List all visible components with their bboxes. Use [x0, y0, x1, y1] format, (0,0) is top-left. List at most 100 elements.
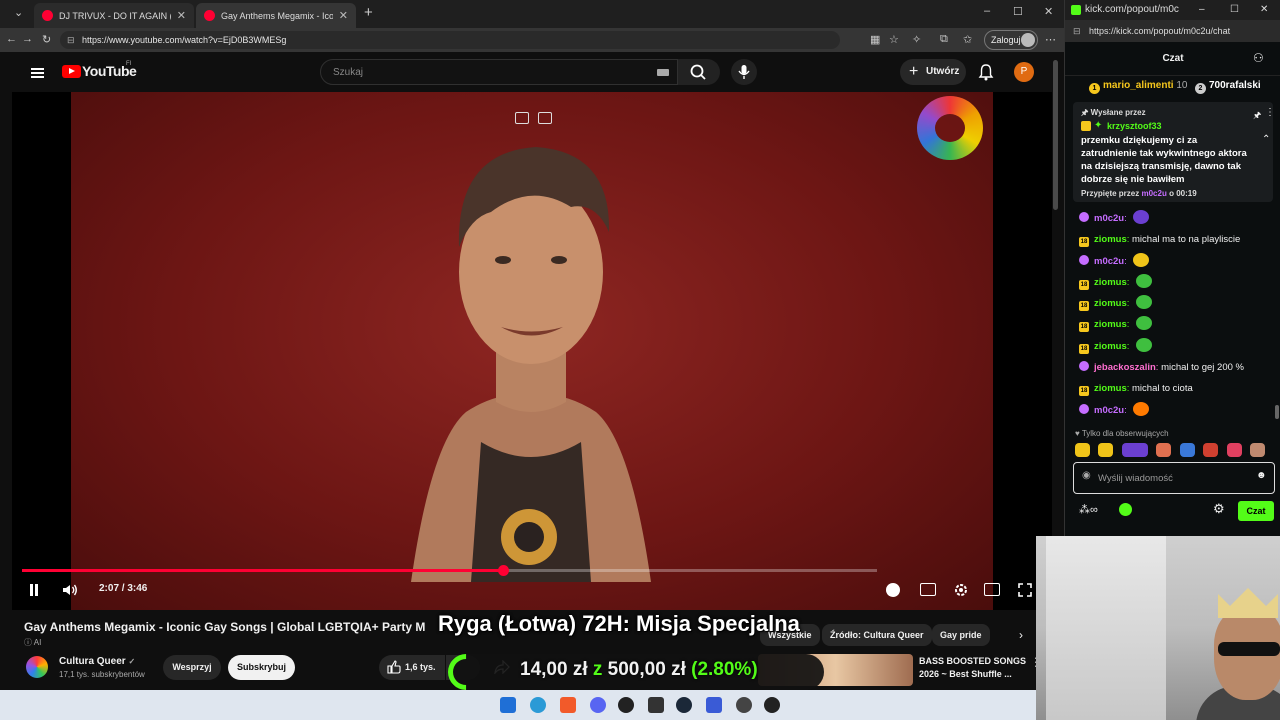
search-button[interactable]	[678, 59, 720, 85]
address-bar[interactable]: ⊟ https://www.youtube.com/watch?v=EjD0B3…	[60, 31, 840, 49]
chat-username[interactable]: ziomus	[1094, 383, 1127, 394]
new-tab-plus-icon[interactable]: +	[364, 4, 373, 21]
chat-emote-icon[interactable]	[1136, 316, 1153, 331]
sign-in-button[interactable]: Zaloguj	[984, 30, 1038, 50]
chat-emote-icon[interactable]	[1136, 295, 1153, 310]
subtitles-icon[interactable]	[920, 583, 936, 596]
chat-message-input[interactable]	[1098, 469, 1248, 487]
notifications-bell-icon[interactable]	[978, 63, 994, 81]
pause-button-icon[interactable]	[28, 584, 40, 596]
emote-quick-7[interactable]	[1226, 443, 1242, 457]
chat-username[interactable]: ziomus	[1094, 341, 1127, 352]
progress-bar[interactable]	[22, 565, 877, 576]
create-button[interactable]: Utwórz	[900, 59, 966, 85]
leaderboard-entry-1[interactable]: 1 mario_alimenti 10	[1089, 80, 1188, 94]
chat-username[interactable]: m0c2u	[1094, 405, 1124, 416]
pinned-by-user[interactable]: m0c2u	[1141, 189, 1166, 198]
favorites-icon[interactable]: ✩	[963, 33, 972, 46]
maximize-icon[interactable]: ☐	[1013, 5, 1023, 18]
chat-username[interactable]: ziomus	[1094, 234, 1127, 245]
progress-scrubber-handle[interactable]	[497, 565, 509, 576]
search-input[interactable]	[333, 60, 633, 84]
chip-gay-pride[interactable]: Gay pride	[932, 624, 990, 646]
chat-emote-icon[interactable]	[1133, 401, 1150, 416]
keyboard-icon[interactable]	[657, 69, 669, 76]
chat-emote-icon[interactable]	[1133, 210, 1150, 224]
emote-quick-5[interactable]	[1179, 443, 1195, 457]
emote-quick-1[interactable]	[1075, 443, 1090, 457]
kick-maximize-icon[interactable]: ☐	[1230, 0, 1239, 20]
chat-username[interactable]: jebackoszalin	[1094, 362, 1156, 373]
back-arrow-icon[interactable]: ←	[6, 33, 17, 45]
split-screen-icon[interactable]: ⧉	[940, 33, 948, 46]
brave-browser-icon[interactable]	[560, 697, 576, 713]
page-scrollbar-thumb[interactable]	[1053, 60, 1058, 210]
fullscreen-icon[interactable]	[1017, 582, 1033, 598]
chat-users-icon[interactable]: ⚇	[1253, 51, 1264, 65]
forward-arrow-icon[interactable]: →	[22, 33, 33, 45]
voice-search-button[interactable]	[731, 59, 757, 85]
obs-2-icon[interactable]	[764, 697, 780, 713]
emote-quick-2[interactable]	[1098, 443, 1114, 457]
steam-icon[interactable]	[676, 697, 692, 713]
tab-close-icon[interactable]: ✕	[177, 9, 186, 22]
reader-mode-icon[interactable]: ▦	[870, 33, 880, 46]
chat-username[interactable]: m0c2u	[1094, 256, 1124, 267]
window-close-icon[interactable]: ✕	[1044, 5, 1053, 18]
emote-quick-3[interactable]	[1121, 443, 1148, 457]
chat-username[interactable]: ziomus	[1094, 298, 1127, 309]
chat-extras-icon[interactable]: ⁂∞	[1079, 503, 1098, 516]
video-player[interactable]: 2:07 / 3:46	[12, 92, 1052, 610]
taskbar-app-2-icon[interactable]	[736, 697, 752, 713]
windows-start-icon[interactable]	[500, 697, 516, 713]
kick-close-icon[interactable]: ✕	[1260, 0, 1268, 20]
channel-name[interactable]: Cultura Queer ✓	[59, 656, 135, 667]
kick-points-icon[interactable]	[1119, 503, 1132, 516]
edge-browser-icon[interactable]	[530, 697, 546, 713]
subscribe-button[interactable]: Subskrybuj	[228, 655, 295, 680]
emote-quick-6[interactable]	[1203, 443, 1219, 457]
emote-quick-8[interactable]	[1250, 443, 1266, 457]
chat-username[interactable]: m0c2u	[1094, 213, 1124, 224]
settings-gear-icon[interactable]	[952, 581, 970, 599]
kick-site-info-icon[interactable]: ⊟	[1073, 20, 1081, 42]
chat-emote-icon[interactable]	[1133, 252, 1150, 267]
browser-tab-gay-anthems[interactable]: Gay Anthems Megamix - Icon ✕	[196, 3, 356, 28]
reload-icon[interactable]: ↻	[42, 33, 51, 46]
chat-scrollbar-thumb[interactable]	[1275, 405, 1279, 419]
unpin-icon[interactable]: 🖈	[1253, 108, 1261, 124]
kick-address-bar[interactable]: ⊟ https://kick.com/popout/m0c2u/chat	[1065, 20, 1280, 42]
like-button[interactable]: 1,6 tys.	[379, 655, 445, 680]
chat-send-button[interactable]: Czat	[1238, 501, 1274, 521]
more-menu-icon[interactable]: ⋯	[1045, 33, 1056, 46]
chips-next-arrow-icon[interactable]: ›	[1019, 628, 1023, 642]
chat-settings-gear-icon[interactable]: ⚙	[1213, 501, 1225, 517]
taskbar-app-icon[interactable]	[706, 697, 722, 713]
miniplayer-icon[interactable]	[515, 112, 529, 124]
epic-games-icon[interactable]	[648, 697, 664, 713]
leaderboard-entry-2[interactable]: 2 700rafalski	[1195, 80, 1261, 94]
emoji-picker-icon[interactable]: ☻	[1256, 470, 1267, 481]
channel-avatar[interactable]	[26, 656, 48, 678]
chat-emote-icon[interactable]	[1136, 337, 1153, 352]
hamburger-menu-icon[interactable]	[31, 66, 44, 80]
chat-username[interactable]: ziomus	[1094, 319, 1127, 330]
chat-username[interactable]: ziomus	[1094, 277, 1127, 288]
minimize-icon[interactable]: –	[984, 5, 990, 17]
support-button[interactable]: Wesprzyj	[163, 655, 221, 680]
discord-icon[interactable]	[590, 697, 606, 713]
browser-tab-dj-trivux[interactable]: DJ TRIVUX - DO IT AGAIN (Gangst ✕	[34, 3, 194, 28]
collapse-chevron-icon[interactable]: ⌃	[1262, 134, 1270, 145]
site-info-icon[interactable]: ⊟	[67, 31, 75, 49]
extensions-icon[interactable]: ✧	[912, 33, 921, 46]
favorite-star-icon[interactable]: ☆	[889, 33, 899, 46]
pip-icon[interactable]	[538, 112, 552, 124]
autoplay-toggle-icon[interactable]	[886, 583, 900, 597]
emote-quick-4[interactable]	[1156, 443, 1172, 457]
chip-source-channel[interactable]: Źródło: Cultura Queer	[822, 624, 932, 646]
theater-mode-icon[interactable]	[984, 583, 1000, 596]
pinned-more-icon[interactable]: ⋮	[1265, 107, 1275, 118]
volume-icon[interactable]	[62, 583, 78, 597]
chat-emote-icon[interactable]	[1136, 273, 1153, 288]
obs-icon[interactable]	[618, 697, 634, 713]
